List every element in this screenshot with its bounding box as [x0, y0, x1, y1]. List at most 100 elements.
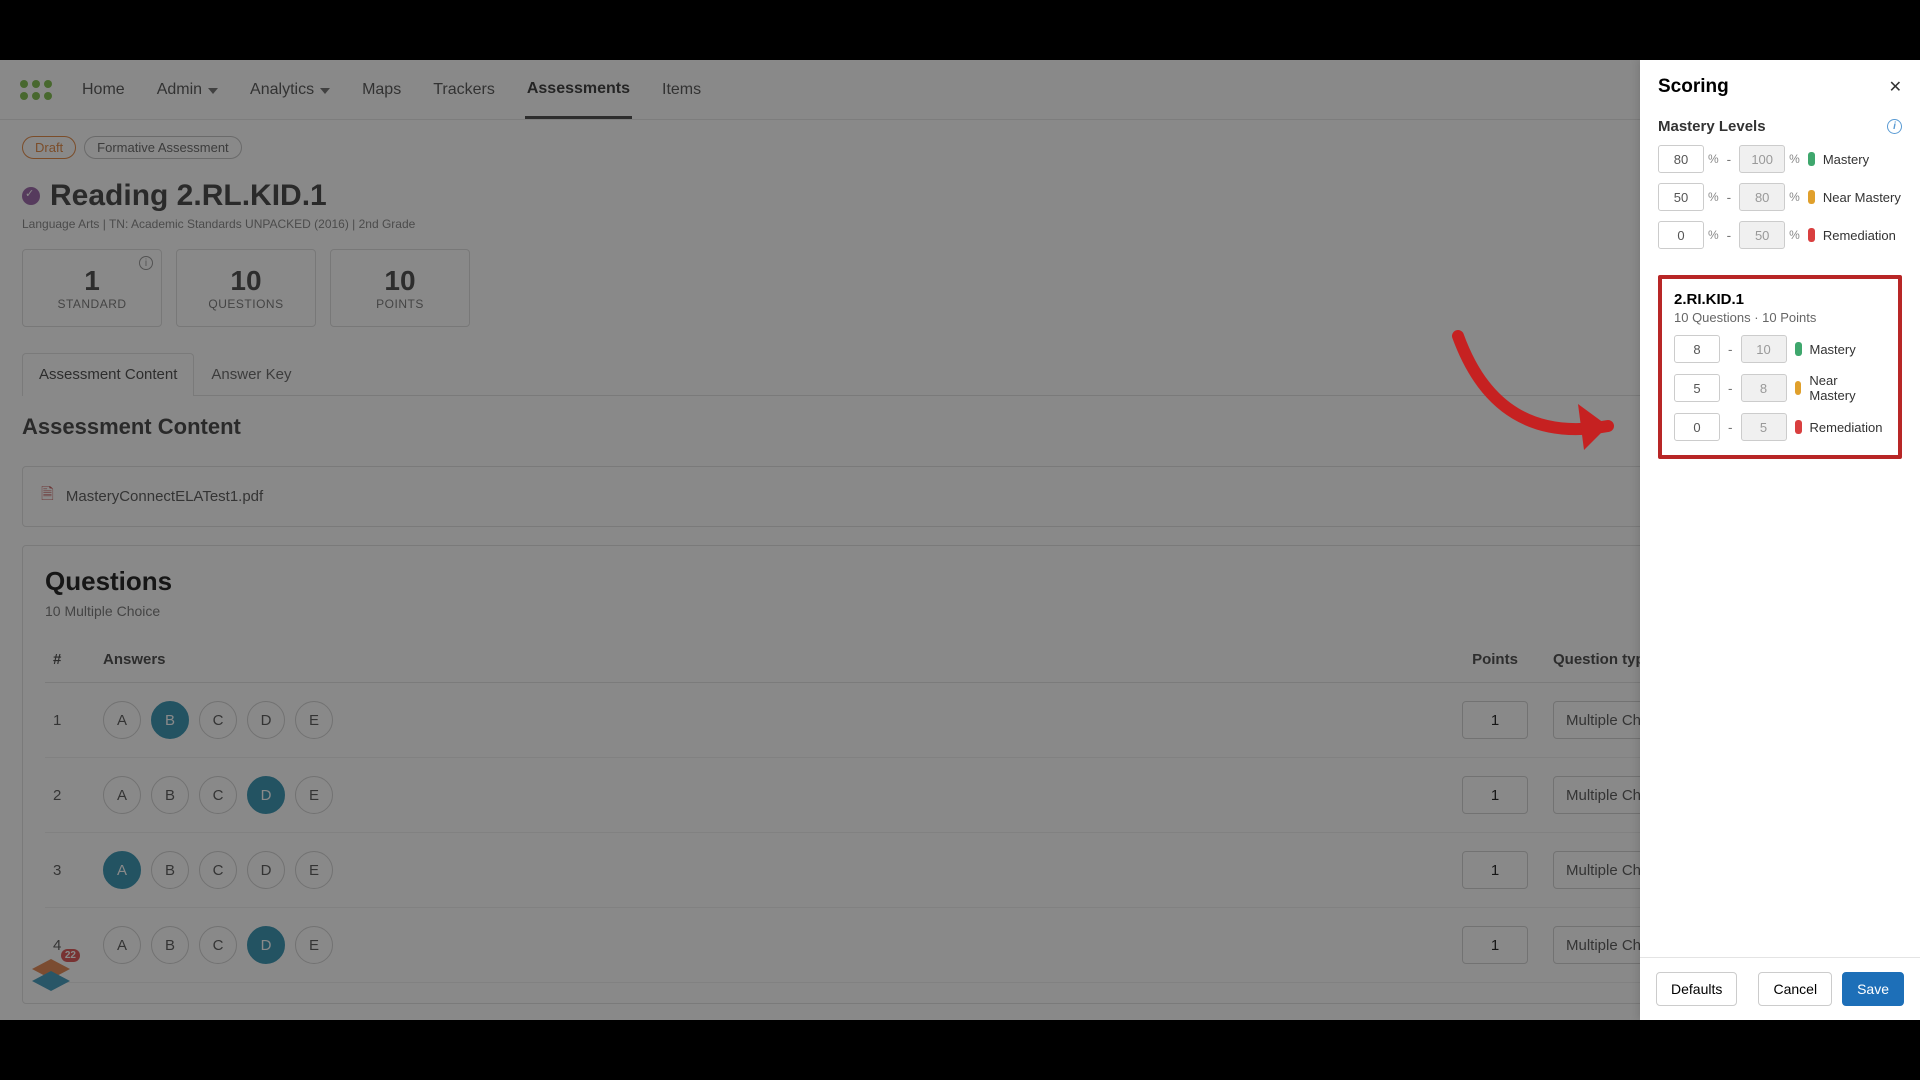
points-input[interactable]: [1462, 851, 1528, 889]
standard-sub: 10 Questions · 10 Points: [1674, 310, 1886, 325]
close-icon[interactable]: ✕: [1889, 77, 1902, 97]
page-title: Reading 2.RL.KID.1: [50, 179, 327, 213]
level-high-input: [1739, 183, 1785, 211]
level-high-input: [1741, 413, 1787, 441]
level-name: Mastery: [1810, 342, 1856, 357]
questions-card: Questions 10 Multiple Choice # Answers P…: [22, 545, 1898, 1004]
answer-bubble-d[interactable]: D: [247, 776, 285, 814]
mastery-level-row: %-%Remediation: [1658, 221, 1902, 249]
answer-bubble-b[interactable]: B: [151, 776, 189, 814]
level-low-input[interactable]: [1674, 413, 1720, 441]
stat-questions: 10 QUESTIONS: [176, 249, 316, 327]
attachment-filename: MasteryConnectELATest1.pdf: [66, 488, 263, 505]
mastery-level-row: %-%Near Mastery: [1658, 183, 1902, 211]
table-row: 1ABCDEMultiple Choice2.: [45, 683, 1875, 758]
level-low-input[interactable]: [1658, 183, 1704, 211]
nav-trackers[interactable]: Trackers: [431, 63, 497, 117]
level-high-input: [1739, 221, 1785, 249]
mastery-levels-heading: Mastery Levels: [1658, 118, 1766, 135]
level-name: Remediation: [1810, 420, 1883, 435]
answer-cell: ABCDE: [95, 758, 1445, 833]
top-nav: Home Admin Analytics Maps Trackers Asses…: [0, 60, 1920, 120]
row-number: 1: [45, 683, 95, 758]
verified-icon: [22, 187, 40, 205]
level-name: Near Mastery: [1823, 190, 1901, 205]
panel-title: Scoring: [1658, 76, 1729, 98]
nav-analytics[interactable]: Analytics: [248, 63, 332, 117]
points-input[interactable]: [1462, 701, 1528, 739]
tab-assessment-content[interactable]: Assessment Content: [22, 353, 194, 396]
answer-bubble-e[interactable]: E: [295, 926, 333, 964]
answer-cell: ABCDE: [95, 683, 1445, 758]
answer-bubble-e[interactable]: E: [295, 851, 333, 889]
save-button[interactable]: Save: [1842, 972, 1904, 1006]
questions-subheading: 10 Multiple Choice: [45, 603, 1875, 619]
stat-points: 10 POINTS: [330, 249, 470, 327]
row-number: 2: [45, 758, 95, 833]
type-badge: Formative Assessment: [84, 136, 242, 159]
nav-home[interactable]: Home: [80, 63, 127, 117]
nav-admin[interactable]: Admin: [155, 63, 220, 117]
answer-cell: ABCDE: [95, 833, 1445, 908]
cancel-button[interactable]: Cancel: [1758, 972, 1832, 1006]
answer-bubble-b[interactable]: B: [151, 851, 189, 889]
mastery-level-row: %-%Mastery: [1658, 145, 1902, 173]
answer-bubble-d[interactable]: D: [247, 851, 285, 889]
answer-bubble-a[interactable]: A: [103, 701, 141, 739]
col-points: Points: [1445, 637, 1545, 683]
level-color-icon: [1808, 228, 1815, 242]
level-low-input[interactable]: [1658, 221, 1704, 249]
standard-scoring-highlight: 2.RI.KID.1 10 Questions · 10 Points -Mas…: [1658, 275, 1902, 459]
app-viewport: Home Admin Analytics Maps Trackers Asses…: [0, 60, 1920, 1020]
helper-badge-count: 22: [61, 949, 80, 962]
nav-items[interactable]: Items: [660, 63, 703, 117]
chevron-down-icon: [208, 81, 218, 99]
level-high-input: [1741, 335, 1787, 363]
level-color-icon: [1808, 152, 1815, 166]
row-number: 3: [45, 833, 95, 908]
level-high-input: [1739, 145, 1785, 173]
level-name: Mastery: [1823, 152, 1869, 167]
table-row: 2ABCDEMultiple Choice2.: [45, 758, 1875, 833]
defaults-button[interactable]: Defaults: [1656, 972, 1737, 1006]
scoring-panel: Scoring ✕ Mastery Levels i %-%Mastery %-%…: [1640, 60, 1920, 1020]
answer-bubble-c[interactable]: C: [199, 701, 237, 739]
answer-bubble-e[interactable]: E: [295, 776, 333, 814]
answer-bubble-b[interactable]: B: [151, 701, 189, 739]
tab-answer-key[interactable]: Answer Key: [194, 353, 308, 395]
stat-standards: i 1 STANDARD: [22, 249, 162, 327]
level-low-input[interactable]: [1674, 335, 1720, 363]
answer-bubble-a[interactable]: A: [103, 776, 141, 814]
answer-bubble-c[interactable]: C: [199, 776, 237, 814]
assessment-meta: Language Arts | TN: Academic Standards U…: [22, 217, 1898, 231]
level-color-icon: [1795, 420, 1802, 434]
level-name: Near Mastery: [1809, 373, 1886, 403]
chevron-down-icon: [320, 81, 330, 99]
level-color-icon: [1795, 342, 1802, 356]
answer-bubble-d[interactable]: D: [247, 701, 285, 739]
answer-bubble-b[interactable]: B: [151, 926, 189, 964]
answer-bubble-e[interactable]: E: [295, 701, 333, 739]
brand-logo-icon: [20, 80, 52, 100]
helper-stack-widget[interactable]: 22: [28, 955, 74, 1006]
level-low-input[interactable]: [1674, 374, 1720, 402]
answer-bubble-d[interactable]: D: [247, 926, 285, 964]
pdf-icon: [41, 483, 54, 510]
mastery-level-row: -Remediation: [1674, 413, 1886, 441]
points-input[interactable]: [1462, 926, 1528, 964]
info-icon[interactable]: i: [139, 256, 153, 270]
nav-maps[interactable]: Maps: [360, 63, 403, 117]
points-input[interactable]: [1462, 776, 1528, 814]
attachment-card[interactable]: MasteryConnectELATest1.pdf: [22, 466, 1898, 527]
mastery-level-row: -Mastery: [1674, 335, 1886, 363]
info-icon[interactable]: i: [1887, 119, 1902, 134]
answer-bubble-a[interactable]: A: [103, 851, 141, 889]
nav-assessments[interactable]: Assessments: [525, 62, 632, 119]
answer-cell: ABCDE: [95, 908, 1445, 983]
draft-badge: Draft: [22, 136, 76, 159]
answer-bubble-a[interactable]: A: [103, 926, 141, 964]
answer-bubble-c[interactable]: C: [199, 851, 237, 889]
answer-bubble-c[interactable]: C: [199, 926, 237, 964]
col-number: #: [45, 637, 95, 683]
level-low-input[interactable]: [1658, 145, 1704, 173]
